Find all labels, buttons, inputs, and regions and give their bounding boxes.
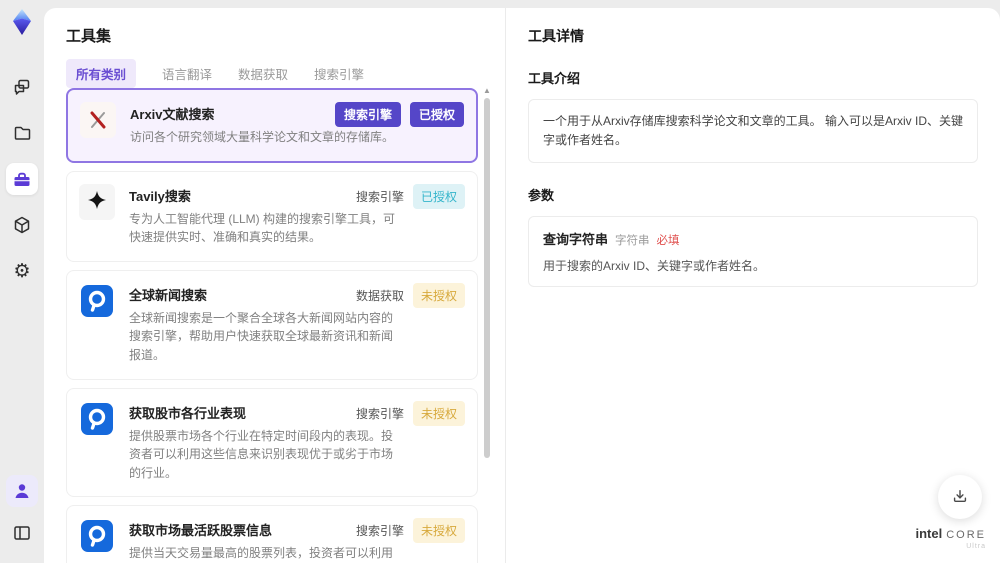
tool-description: 访问各个研究领域大量科学论文和文章的存储库。 bbox=[130, 130, 395, 144]
sidebar-item-files[interactable] bbox=[6, 117, 38, 149]
tool-card-global-news[interactable]: 全球新闻搜索 全球新闻搜索是一个聚合全球各大新闻网站内容的搜索引擎，帮助用户快速… bbox=[66, 269, 478, 380]
intel-wordmark: intel bbox=[915, 525, 943, 541]
page-title: 工具集 bbox=[66, 28, 112, 45]
scrollbar-thumb[interactable] bbox=[484, 98, 490, 458]
category-tabs: 所有类别 语言翻译 数据获取 搜索引擎 bbox=[66, 59, 364, 88]
sidebar-item-tools[interactable] bbox=[6, 163, 38, 195]
sparkle-icon bbox=[79, 183, 115, 220]
folder-icon bbox=[14, 126, 31, 140]
core-wordmark: CORE bbox=[946, 528, 986, 541]
params-heading: 参数 bbox=[528, 188, 555, 204]
sidebar-item-settings[interactable]: ⚙ bbox=[6, 255, 38, 287]
user-avatar-icon bbox=[15, 484, 29, 498]
intro-heading: 工具介绍 bbox=[528, 71, 581, 86]
tab-search-engine[interactable]: 搜索引擎 bbox=[314, 59, 364, 88]
ultra-wordmark: Ultra bbox=[966, 543, 986, 551]
main-surface: 工具集 所有类别 语言翻译 数据获取 搜索引擎 Arxiv文献搜索 访问各个研究… bbox=[44, 8, 1000, 563]
arxiv-x-icon bbox=[80, 102, 116, 138]
scroll-up-arrow-icon[interactable]: ▲ bbox=[483, 86, 491, 96]
tool-card-sector-performance[interactable]: 获取股市各行业表现 提供股票市场各个行业在特定时间段内的表现。投资者可以利用这些… bbox=[66, 387, 478, 498]
param-name: 查询字符串 bbox=[543, 232, 609, 248]
download-icon bbox=[953, 490, 967, 503]
category-label: 数据获取 bbox=[355, 288, 404, 303]
app-logo[interactable] bbox=[9, 8, 35, 41]
category-label: 搜索引擎 bbox=[355, 406, 404, 421]
tool-description: 专为人工智能代理 (LLM) 构建的搜索引擎工具，可快速提供实时、准确和真实的结… bbox=[129, 211, 396, 245]
settings-icon: ⚙ bbox=[13, 260, 31, 282]
collapse-sidebar-button[interactable] bbox=[6, 517, 38, 549]
left-rail: ⚙ bbox=[0, 0, 44, 563]
tool-card-list: Arxiv文献搜索 访问各个研究领域大量科学论文和文章的存储库。 搜索引擎 已授… bbox=[66, 88, 478, 563]
category-badge: 搜索引擎 bbox=[334, 102, 401, 127]
package-icon bbox=[14, 216, 30, 234]
list-scrollbar[interactable]: ▲ bbox=[483, 86, 491, 561]
auth-status-badge: 未授权 bbox=[412, 518, 465, 544]
auth-status-badge: 已授权 bbox=[412, 183, 465, 209]
tool-list-panel: 工具集 所有类别 语言翻译 数据获取 搜索引擎 Arxiv文献搜索 访问各个研究… bbox=[44, 8, 505, 563]
intro-text: 一个用于从Arxiv存储库搜索科学论文和文章的工具。 输入可以是Arxiv ID… bbox=[543, 114, 964, 148]
blue-search-app-icon bbox=[79, 401, 115, 437]
blue-search-app-icon bbox=[79, 283, 115, 319]
user-avatar[interactable] bbox=[6, 475, 38, 507]
intro-box: 一个用于从Arxiv存储库搜索科学论文和文章的工具。 输入可以是Arxiv ID… bbox=[528, 99, 978, 164]
param-type: 字符串 bbox=[615, 235, 650, 248]
tool-card-arxiv[interactable]: Arxiv文献搜索 访问各个研究领域大量科学论文和文章的存储库。 搜索引擎 已授… bbox=[66, 88, 478, 163]
intel-core-logo: intel CORE Ultra bbox=[915, 525, 986, 551]
tool-description: 提供当天交易量最高的股票列表，投资者可以利用这些信息来识别流动性强的股票和潜在的… bbox=[129, 546, 394, 561]
toolbox-icon bbox=[14, 172, 30, 186]
tool-detail-panel: 工具详情 工具介绍 一个用于从Arxiv存储库搜索科学论文和文章的工具。 输入可… bbox=[505, 8, 1000, 563]
auth-status-badge: 已授权 bbox=[409, 102, 464, 127]
collapse-panel-icon bbox=[14, 526, 30, 540]
detail-title: 工具详情 bbox=[528, 28, 584, 44]
download-button[interactable] bbox=[938, 475, 982, 519]
tool-description: 提供股票市场各个行业在特定时间段内的表现。投资者可以利用这些信息来识别表现优于或… bbox=[129, 428, 394, 480]
tool-card-tavily[interactable]: Tavily搜索 专为人工智能代理 (LLM) 构建的搜索引擎工具，可快速提供实… bbox=[66, 170, 478, 262]
chat-icon bbox=[14, 79, 30, 95]
tab-all-categories[interactable]: 所有类别 bbox=[66, 59, 137, 88]
param-required-flag: 必填 bbox=[656, 235, 680, 248]
category-label: 搜索引擎 bbox=[355, 524, 404, 539]
sidebar-item-packages[interactable] bbox=[6, 209, 38, 241]
tab-data-fetch[interactable]: 数据获取 bbox=[238, 59, 288, 88]
sidebar-item-chat[interactable] bbox=[6, 71, 38, 103]
tab-language-translation[interactable]: 语言翻译 bbox=[162, 59, 212, 88]
param-description: 用于搜索的Arxiv ID、关键字或作者姓名。 bbox=[543, 259, 766, 274]
category-label: 搜索引擎 bbox=[355, 189, 404, 204]
param-box: 查询字符串 字符串 必填 用于搜索的Arxiv ID、关键字或作者姓名。 bbox=[528, 216, 978, 288]
auth-status-badge: 未授权 bbox=[412, 282, 465, 308]
gem-logo-icon bbox=[13, 9, 31, 35]
blue-search-app-icon bbox=[79, 518, 115, 554]
tool-card-active-stocks[interactable]: 获取市场最活跃股票信息 提供当天交易量最高的股票列表，投资者可以利用这些信息来识… bbox=[66, 505, 478, 563]
auth-status-badge: 未授权 bbox=[412, 400, 465, 426]
tool-description: 全球新闻搜索是一个聚合全球各大新闻网站内容的搜索引擎，帮助用户快速获取全球最新资… bbox=[129, 310, 394, 362]
